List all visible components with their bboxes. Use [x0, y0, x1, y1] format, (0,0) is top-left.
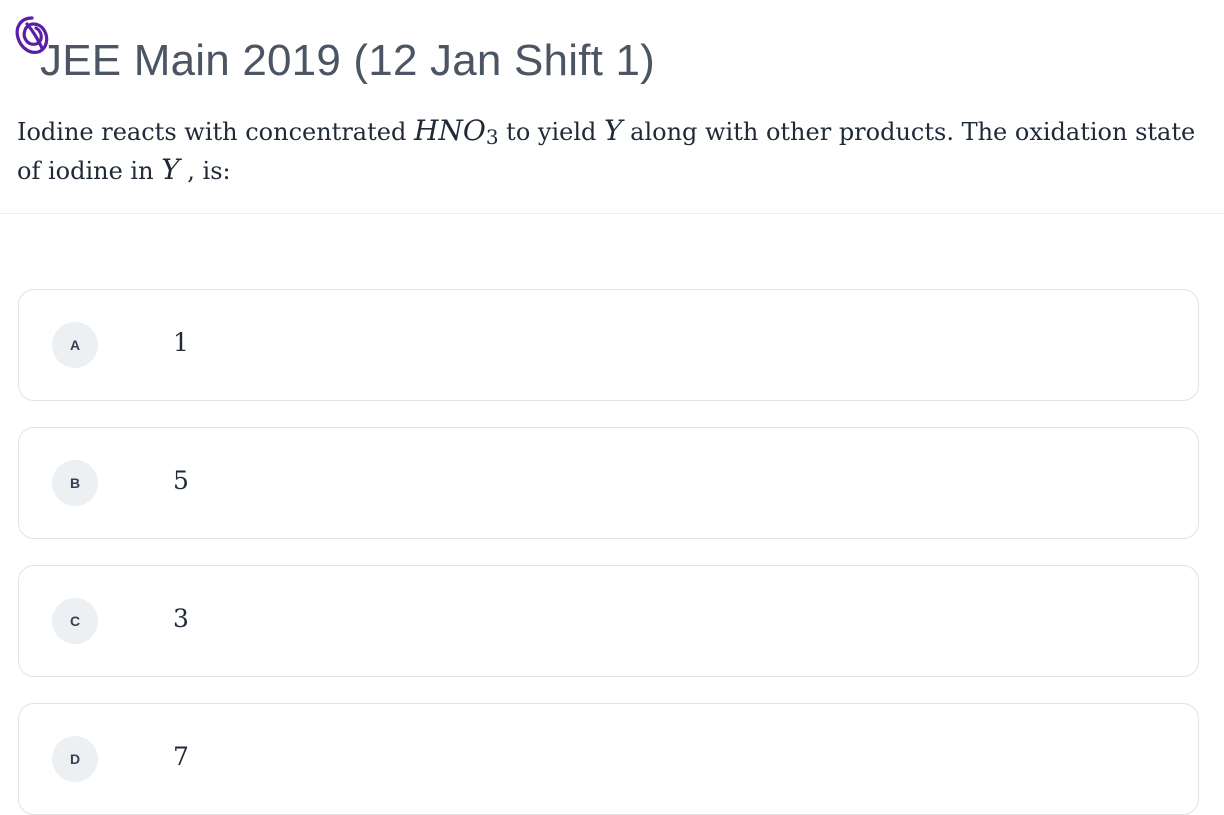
math-variable: Y — [161, 153, 180, 186]
option-value: 1 — [173, 328, 189, 357]
option-value: 3 — [173, 604, 189, 633]
formula-subscript: 3 — [485, 125, 499, 149]
formula-main: HNO — [413, 114, 486, 147]
option-b[interactable]: B 5 — [18, 427, 1199, 539]
option-value: 5 — [173, 466, 189, 495]
option-a[interactable]: A 1 — [18, 289, 1199, 401]
chemical-formula: HNO3 — [414, 114, 499, 147]
exam-title: JEE Main 2019 (12 Jan Shift 1) — [40, 36, 655, 85]
math-variable: Y — [604, 114, 623, 147]
question-text: Iodine reacts with concentrated HNO3 to … — [17, 112, 1207, 190]
question-header: JEE Main 2019 (12 Jan Shift 1) Iodine re… — [0, 0, 1224, 214]
option-letter-badge: C — [52, 598, 98, 644]
question-text-part: , is: — [179, 157, 231, 185]
option-c[interactable]: C 3 — [18, 565, 1199, 677]
option-letter-badge: D — [52, 736, 98, 782]
option-d[interactable]: D 7 — [18, 703, 1199, 815]
question-text-part: to yield — [498, 118, 605, 146]
question-text-part: Iodine reacts with concentrated — [17, 118, 414, 146]
option-letter-badge: A — [52, 322, 98, 368]
option-value: 7 — [173, 742, 189, 771]
option-letter-badge: B — [52, 460, 98, 506]
